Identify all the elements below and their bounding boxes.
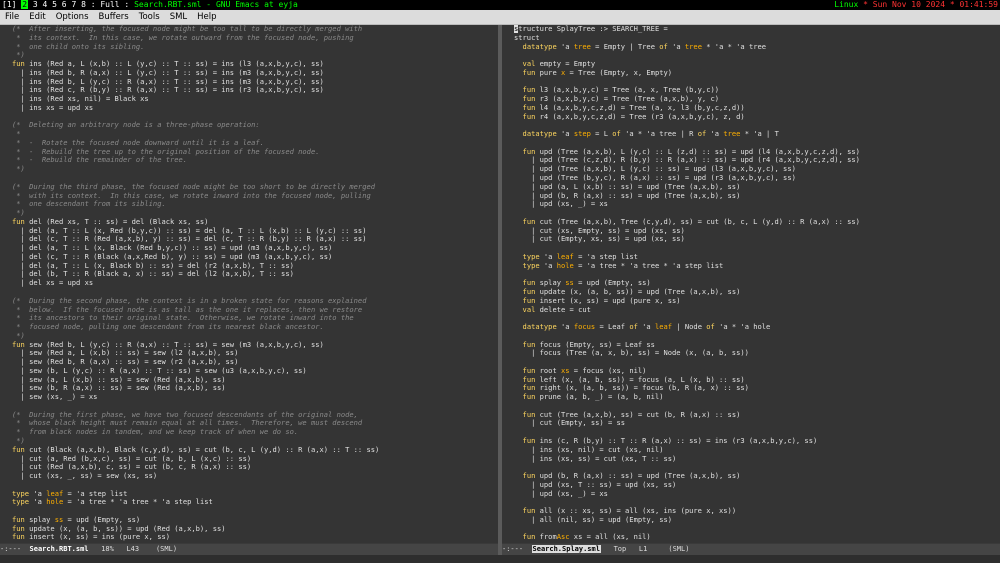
code-line[interactable]: fun fromAsc xs = all (xs, nil) bbox=[514, 533, 860, 542]
window-title: Search.RBT.sml - GNU Emacs at eyja bbox=[134, 0, 298, 9]
workspace-prefix: [1] bbox=[2, 0, 22, 9]
menu-buffers[interactable]: Buffers bbox=[94, 10, 134, 24]
window-manager-bar: [1] 2 3 4 5 6 7 8 : Full : Search.RBT.sm… bbox=[0, 0, 1000, 10]
code-line[interactable]: | cut (Empty, xs, ss) = upd (xs, ss) bbox=[514, 235, 860, 244]
code-line[interactable]: | ins (xs, ss) = cut (xs, T :: ss) bbox=[514, 454, 860, 464]
code-line[interactable]: * from black nodes in tandem, and we kee… bbox=[12, 427, 379, 437]
buffer-name[interactable]: Search.Splay.sml bbox=[531, 545, 601, 553]
code-line[interactable]: fun pure x = Tree (Empty, x, Empty) bbox=[514, 68, 860, 78]
editor-pane-right[interactable]: structure SplayTree :> SEARCH_TREE = stru… bbox=[502, 25, 1000, 543]
code-line[interactable]: | ins xs = upd xs bbox=[12, 103, 379, 113]
os-label: Linux bbox=[834, 0, 859, 9]
mode-line-status: -:--- bbox=[0, 545, 30, 553]
code-line[interactable]: structure SplayTree :> SEARCH_TREE = bbox=[514, 25, 860, 34]
menu-bar: File Edit Options Buffers Tools SML Help bbox=[0, 10, 1000, 25]
code-line[interactable]: type 'a hole = 'a tree * 'a tree * 'a st… bbox=[514, 261, 860, 271]
code-line[interactable]: * - Rebuild the remainder of the tree. bbox=[12, 156, 379, 165]
text-cursor: s bbox=[514, 25, 519, 33]
workspace-list[interactable]: 3 4 5 6 7 8 : Full : bbox=[28, 0, 134, 9]
menu-file[interactable]: File bbox=[0, 10, 24, 24]
menu-sml[interactable]: SML bbox=[165, 10, 192, 24]
code-line[interactable]: | del xs = upd xs bbox=[12, 278, 379, 288]
code-line[interactable]: datatype 'a tree = Empty | Tree of 'a tr… bbox=[514, 42, 860, 52]
status-separator: * bbox=[858, 0, 873, 9]
code-line[interactable]: | cut (xs, _, ss) = sew (xs, ss) bbox=[12, 471, 379, 481]
code-line[interactable]: fun insert (x, ss) = ins (pure x, ss) bbox=[12, 533, 379, 542]
mode-line-position: 18% L43 (SML) bbox=[88, 545, 178, 553]
code-line[interactable]: val delete = cut bbox=[514, 305, 860, 315]
code-line[interactable]: | focus (Tree (a, x, b), ss) = Node (x, … bbox=[514, 349, 860, 358]
mode-line-position: Top L1 (SML) bbox=[600, 545, 690, 553]
menu-options[interactable]: Options bbox=[51, 10, 94, 24]
code-line[interactable]: * one child onto its sibling. bbox=[12, 42, 379, 52]
code-line[interactable]: | all (nil, ss) = upd (Empty, ss) bbox=[514, 515, 860, 525]
clock: Sun Nov 10 2024 * 01:41:59 bbox=[872, 0, 998, 9]
menu-edit[interactable]: Edit bbox=[24, 10, 50, 24]
code-line[interactable]: * focused node, pulling one descendant f… bbox=[12, 322, 379, 332]
code-line[interactable]: *) bbox=[12, 164, 379, 174]
code-line[interactable]: datatype 'a step = L of 'a * 'a tree | R… bbox=[514, 129, 860, 139]
echo-area[interactable] bbox=[0, 555, 1000, 563]
code-line[interactable]: fun prune (a, b, _) = (a, b, nil) bbox=[514, 392, 860, 402]
code-line[interactable]: (* Deleting an arbitrary node is a three… bbox=[12, 121, 379, 130]
buffer-name[interactable]: Search.RBT.sml bbox=[30, 545, 89, 553]
code-line[interactable]: | cut (Empty, ss) = ss bbox=[514, 419, 860, 428]
code-line[interactable]: | upd (xs, _) = xs bbox=[514, 200, 860, 209]
code-area-right[interactable]: structure SplayTree :> SEARCH_TREE = stru… bbox=[514, 25, 860, 542]
code-line[interactable]: fun r4 (a,x,b,y,c,z,d) = Tree (r3 (a,x,b… bbox=[514, 112, 860, 122]
menu-help[interactable]: Help bbox=[192, 10, 221, 24]
menu-tools[interactable]: Tools bbox=[134, 10, 165, 24]
code-line[interactable]: | sew (xs, _) = xs bbox=[12, 392, 379, 402]
code-line[interactable]: | upd (xs, _) = xs bbox=[514, 489, 860, 499]
code-line[interactable]: type 'a hole = 'a tree * 'a tree * 'a st… bbox=[12, 497, 379, 507]
editor-pane-left[interactable]: (* After inserting, the focused node mig… bbox=[0, 25, 498, 543]
mode-line-status: -:--- bbox=[502, 545, 532, 553]
mode-line-right[interactable]: -:--- Search.Splay.sml Top L1 (SML) bbox=[502, 544, 1000, 555]
code-line[interactable]: datatype 'a focus = Leaf of 'a leaf | No… bbox=[514, 322, 860, 332]
mode-line-left[interactable]: -:--- Search.RBT.sml 18% L43 (SML) bbox=[0, 544, 498, 555]
code-area-left[interactable]: (* After inserting, the focused node mig… bbox=[12, 25, 379, 542]
code-line[interactable]: * one descendant from its sibling. bbox=[12, 199, 379, 209]
